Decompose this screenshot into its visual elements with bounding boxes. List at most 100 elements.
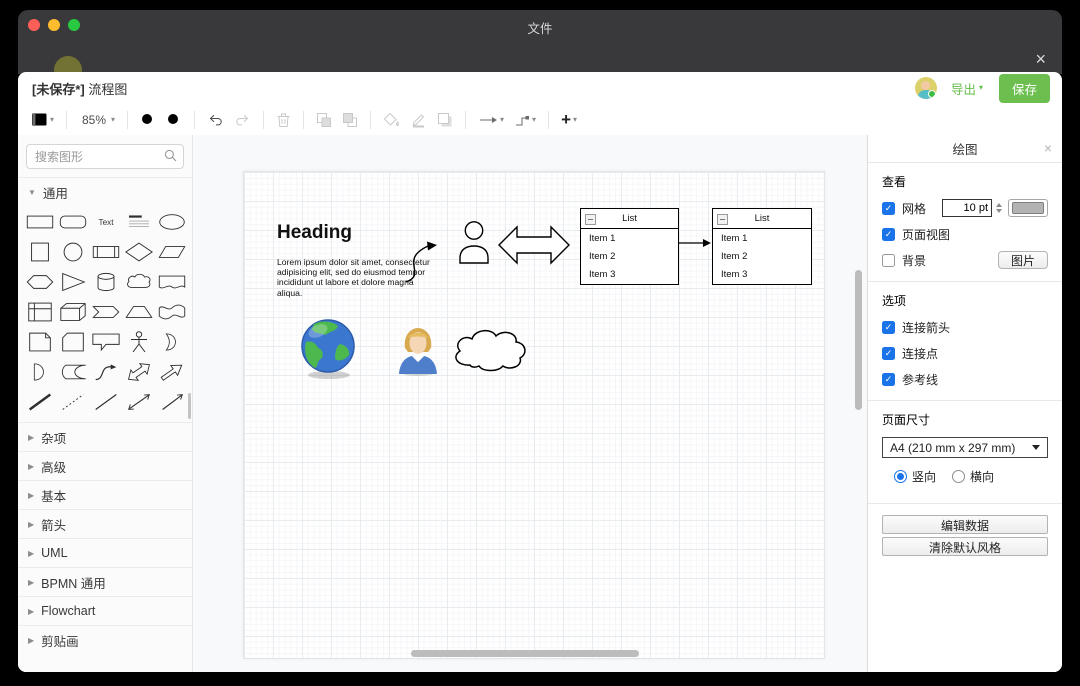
- shape-triangle[interactable]: [57, 270, 90, 294]
- sidebar-section-misc[interactable]: ▶杂项: [18, 422, 192, 451]
- page-size-select[interactable]: A4 (210 mm x 297 mm): [882, 437, 1048, 458]
- close-icon[interactable]: ×: [1035, 50, 1046, 68]
- list-item[interactable]: Item 3: [581, 266, 678, 284]
- shape-arrow[interactable]: [155, 360, 188, 384]
- shape-ellipse[interactable]: [155, 210, 188, 234]
- shape-cloud[interactable]: [122, 270, 155, 294]
- shape-cylinder[interactable]: [90, 270, 123, 294]
- redo-button[interactable]: [229, 110, 256, 129]
- delete-button[interactable]: [271, 110, 296, 130]
- shape-note[interactable]: [24, 330, 57, 354]
- heading-text-shape[interactable]: Heading: [277, 222, 352, 244]
- globe-clipart[interactable]: [300, 318, 358, 380]
- shape-line[interactable]: [24, 390, 57, 414]
- shape-or[interactable]: [155, 330, 188, 354]
- shape-dotted-line[interactable]: [57, 390, 90, 414]
- zoom-out-button[interactable]: [161, 110, 187, 130]
- sidebar-scrollbar[interactable]: [188, 393, 191, 419]
- user-avatar[interactable]: [915, 77, 937, 99]
- connection-points-checkbox[interactable]: [882, 347, 895, 360]
- list-item[interactable]: Item 3: [713, 266, 811, 284]
- connection-style-button[interactable]: ▾: [473, 112, 509, 128]
- sidebar-section-arrows[interactable]: ▶箭头: [18, 509, 192, 538]
- canvas[interactable]: Heading Lorem ipsum dolor sit amet, cons…: [193, 135, 867, 672]
- insert-button[interactable]: + ▾: [556, 111, 582, 129]
- horizontal-scrollbar[interactable]: [411, 650, 639, 657]
- background-image-button[interactable]: 图片: [998, 251, 1048, 269]
- shape-step[interactable]: [90, 300, 123, 324]
- guides-checkbox[interactable]: [882, 373, 895, 386]
- shape-bidirectional-connector[interactable]: [122, 390, 155, 414]
- shape-diamond[interactable]: [122, 240, 155, 264]
- save-button[interactable]: 保存: [999, 74, 1050, 103]
- sidebar-section-general[interactable]: ▼ 通用: [18, 177, 192, 206]
- shape-cube[interactable]: [57, 300, 90, 324]
- fill-color-button[interactable]: [378, 110, 405, 130]
- to-back-button[interactable]: [337, 110, 363, 130]
- connector-arrow[interactable]: [678, 236, 712, 250]
- shape-hexagon[interactable]: [24, 270, 57, 294]
- shape-actor[interactable]: [122, 330, 155, 354]
- shape-tape[interactable]: [155, 300, 188, 324]
- close-panel-icon[interactable]: ×: [1044, 140, 1052, 156]
- shape-trapezoid[interactable]: [122, 300, 155, 324]
- view-format-panel-button[interactable]: ▾: [26, 110, 59, 129]
- clear-default-style-button[interactable]: 清除默认风格: [882, 537, 1048, 556]
- grid-size-input[interactable]: [942, 199, 992, 217]
- shape-data-storage[interactable]: [57, 360, 90, 384]
- shape-card[interactable]: [57, 330, 90, 354]
- shape-plain-line[interactable]: [90, 390, 123, 414]
- vertical-scrollbar[interactable]: [855, 270, 862, 410]
- edit-data-button[interactable]: 编辑数据: [882, 515, 1048, 534]
- shape-text[interactable]: Text: [90, 210, 123, 234]
- line-color-button[interactable]: [405, 110, 432, 130]
- sidebar-section-clipart[interactable]: ▶剪贴画: [18, 625, 192, 654]
- shape-rectangle[interactable]: [24, 210, 57, 234]
- zoom-in-button[interactable]: [135, 110, 161, 130]
- shape-square[interactable]: [24, 240, 57, 264]
- shape-and[interactable]: [24, 360, 57, 384]
- waypoint-style-button[interactable]: ▾: [509, 111, 541, 129]
- shape-bidirectional-arrow[interactable]: [122, 360, 155, 384]
- page-view-checkbox[interactable]: [882, 228, 895, 241]
- grid-checkbox[interactable]: [882, 202, 895, 215]
- shape-circle[interactable]: [57, 240, 90, 264]
- shape-textbox[interactable]: [122, 210, 155, 234]
- list-shape-1[interactable]: List Item 1 Item 2 Item 3: [580, 208, 679, 285]
- shape-curve[interactable]: [90, 360, 123, 384]
- list-shape-2[interactable]: List Item 1 Item 2 Item 3: [712, 208, 812, 285]
- double-arrow-shape[interactable]: [497, 224, 571, 266]
- undo-button[interactable]: [202, 110, 229, 129]
- export-button[interactable]: 导出 ▾: [951, 79, 983, 98]
- list-item[interactable]: Item 1: [581, 229, 678, 247]
- woman-clipart[interactable]: [396, 326, 440, 376]
- curved-arrow-connector[interactable]: [402, 238, 452, 286]
- shape-parallelogram[interactable]: [155, 240, 188, 264]
- diagram-page[interactable]: Heading Lorem ipsum dolor sit amet, cons…: [243, 171, 825, 659]
- collapse-icon[interactable]: [585, 214, 596, 225]
- list-header[interactable]: List: [713, 209, 811, 229]
- shape-callout[interactable]: [90, 330, 123, 354]
- cloud-shape[interactable]: [450, 320, 534, 372]
- list-item[interactable]: Item 2: [581, 247, 678, 265]
- sidebar-section-advanced[interactable]: ▶高级: [18, 451, 192, 480]
- to-front-button[interactable]: [311, 110, 337, 130]
- list-item[interactable]: Item 1: [713, 229, 811, 247]
- shape-document[interactable]: [155, 270, 188, 294]
- list-item[interactable]: Item 2: [713, 247, 811, 265]
- search-input[interactable]: [26, 144, 184, 169]
- landscape-radio[interactable]: 横向: [952, 468, 994, 485]
- sidebar-section-basic[interactable]: ▶基本: [18, 480, 192, 509]
- shape-rounded-rectangle[interactable]: [57, 210, 90, 234]
- grid-size-stepper[interactable]: [993, 199, 1004, 217]
- portrait-radio[interactable]: 竖向: [894, 468, 936, 485]
- shape-directional-connector[interactable]: [155, 390, 188, 414]
- list-header[interactable]: List: [581, 209, 678, 229]
- sidebar-section-flowchart[interactable]: ▶Flowchart: [18, 596, 192, 625]
- shadow-button[interactable]: [432, 110, 458, 130]
- collapse-icon[interactable]: [717, 214, 728, 225]
- connection-arrows-checkbox[interactable]: [882, 321, 895, 334]
- sidebar-section-uml[interactable]: ▶UML: [18, 538, 192, 567]
- sidebar-section-bpmn[interactable]: ▶BPMN 通用: [18, 567, 192, 596]
- background-checkbox[interactable]: [882, 254, 895, 267]
